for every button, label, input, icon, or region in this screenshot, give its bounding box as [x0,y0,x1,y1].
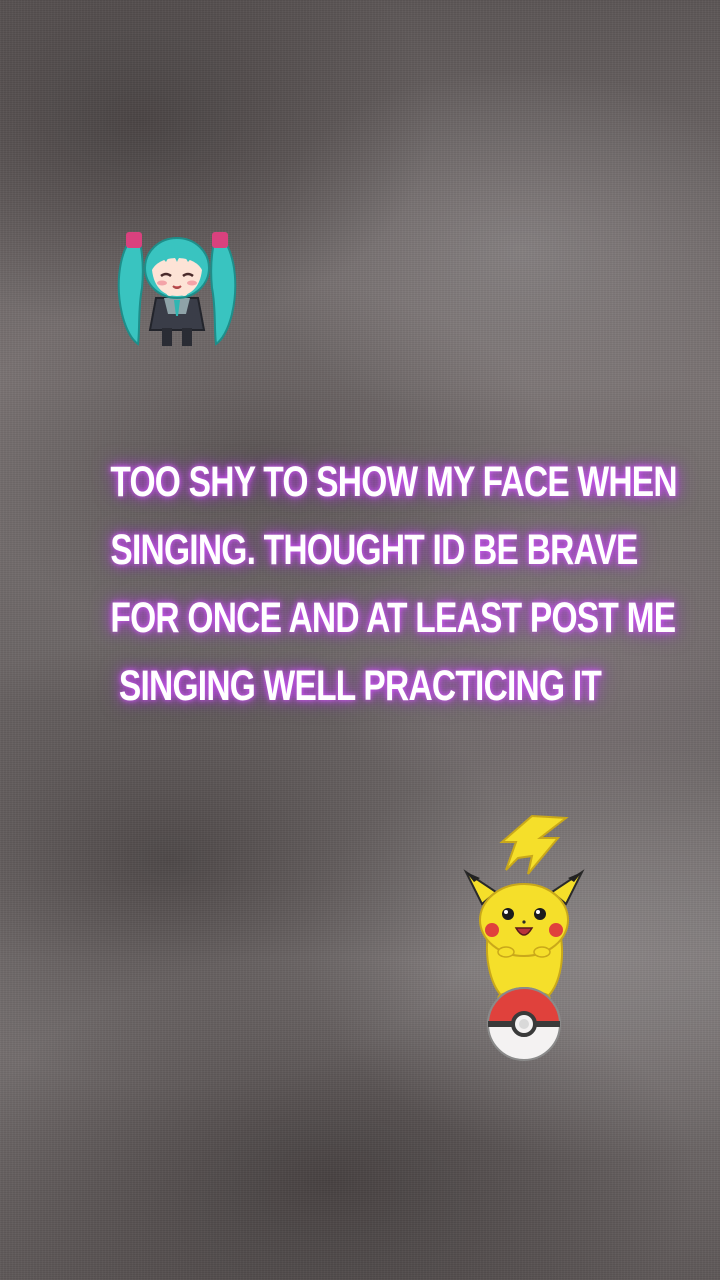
caption-line-1: TOO SHY TO SHOW MY FACE WHEN [110,458,677,506]
chibi-twintail-girl-icon[interactable] [112,218,242,350]
story-background: TOO SHY TO SHOW MY FACE WHEN SINGING. TH… [0,0,720,1280]
chibi-twintail-girl-svg [117,232,237,346]
story-caption: TOO SHY TO SHOW MY FACE WHEN SINGING. TH… [110,448,677,720]
caption-line-2: SINGING. THOUGHT ID BE BRAVE [110,526,638,574]
caption-line-3: FOR ONCE AND AT LEAST POST ME [110,594,676,642]
pikachu-on-pokeball-icon[interactable] [462,812,588,1062]
caption-line-4: SINGING WELL PRACTICING IT [118,662,602,710]
pikachu-on-pokeball-svg [463,814,585,1061]
